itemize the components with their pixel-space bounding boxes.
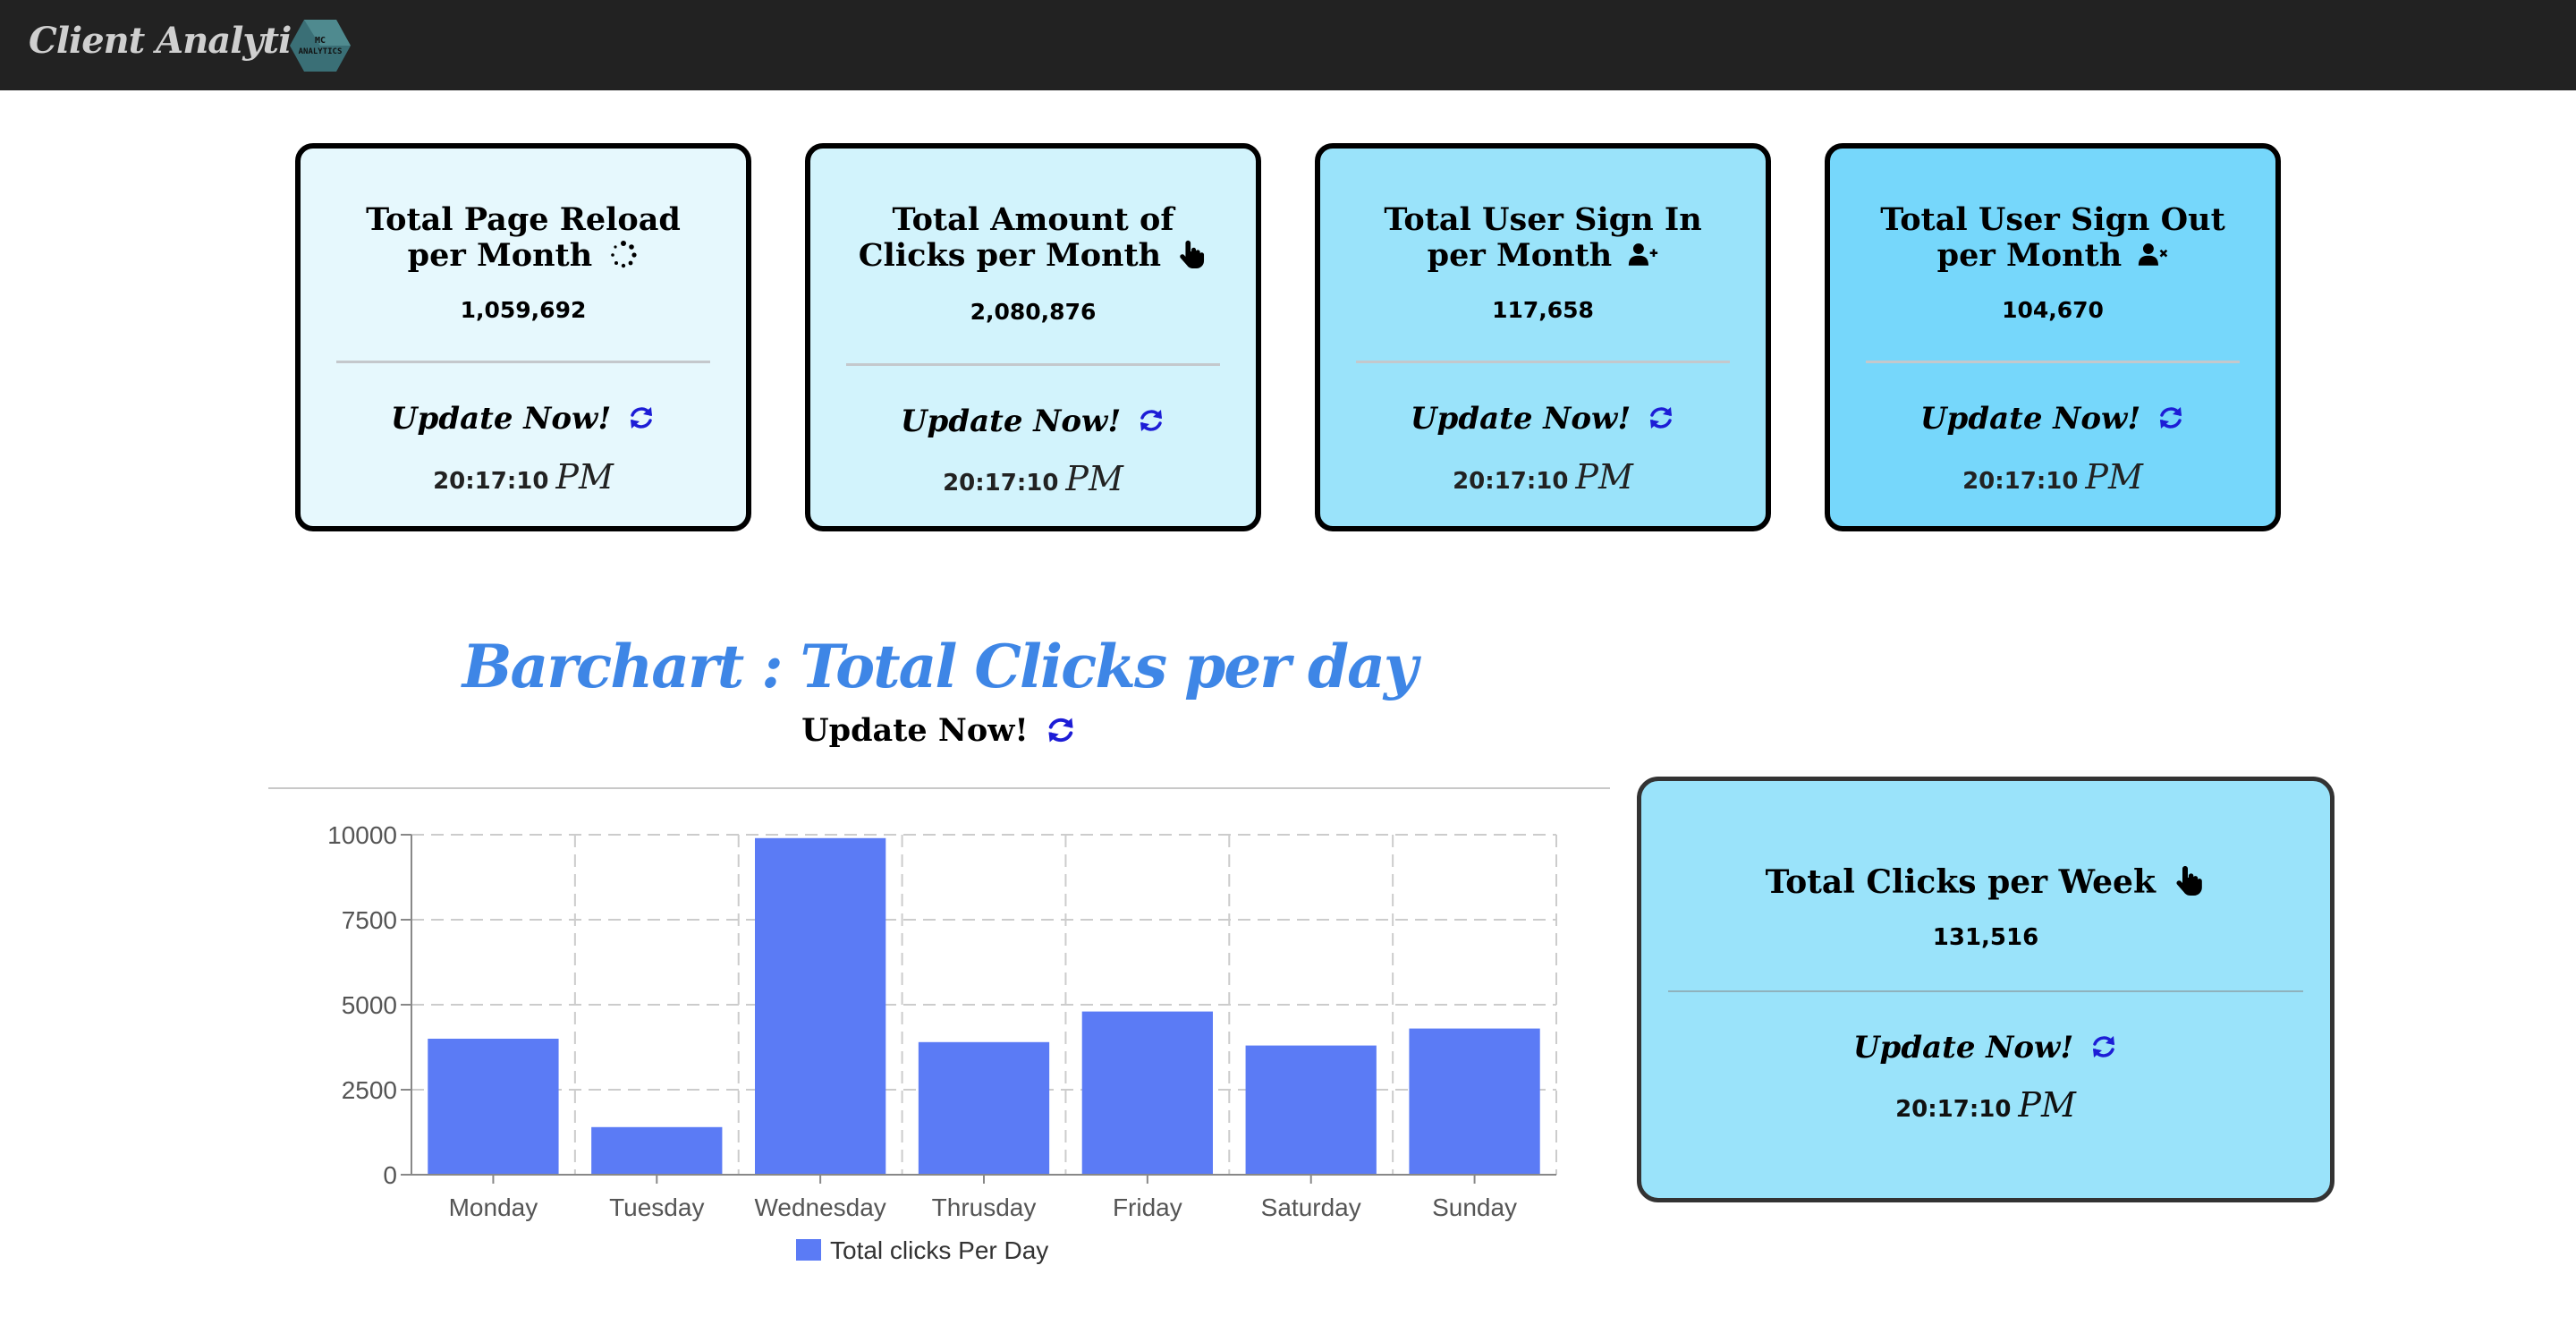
card-title-text: Total Amount of Clicks per Month <box>858 201 1174 274</box>
card-value: 131,516 <box>1932 924 2039 951</box>
x-tick-label: Wednesday <box>754 1193 886 1221</box>
refresh-icon[interactable] <box>1045 714 1077 746</box>
update-timestamp: 20:17:10 PM <box>1641 1085 2330 1125</box>
update-now-button[interactable]: Update Now! <box>1641 1030 2330 1066</box>
spinner-icon <box>608 239 639 269</box>
x-tick-label: Thrusday <box>932 1193 1037 1221</box>
card-title: Total Page Reload per Month <box>336 202 710 274</box>
bar-wednesday[interactable] <box>755 837 886 1175</box>
top-navbar: Client Analytics MC ANALYTICS <box>0 0 2576 90</box>
ampm-label: PM <box>2018 1085 2076 1125</box>
update-now-button[interactable]: Update Now! <box>1320 401 1766 437</box>
y-tick-label: 0 <box>383 1161 397 1189</box>
time-value: 20:17:10 <box>1453 468 1569 495</box>
refresh-icon[interactable] <box>1137 406 1165 435</box>
update-timestamp: 20:17:10 PM <box>1320 457 1766 497</box>
logo-icon[interactable]: MC ANALYTICS <box>288 18 352 73</box>
stat-card-clicks: Total Amount of Clicks per Month 2,080,8… <box>805 143 1261 531</box>
ampm-label: PM <box>1575 457 1633 497</box>
stat-card-sign-in: Total User Sign In per Month 117,658 Upd… <box>1315 143 1771 531</box>
bar-saturday[interactable] <box>1245 1045 1377 1175</box>
update-now-button[interactable]: Update Now! <box>810 403 1256 439</box>
brand-title[interactable]: Client Analytics <box>29 20 332 62</box>
x-tick-label: Saturday <box>1261 1193 1361 1221</box>
divider <box>846 363 1220 366</box>
card-title: Total Amount of Clicks per Month <box>846 202 1220 274</box>
stat-card-page-reload: Total Page Reload per Month 1,059,692 Up… <box>295 143 751 531</box>
user-plus-icon <box>1628 239 1658 269</box>
card-value: 117,658 <box>1492 297 1594 323</box>
time-value: 20:17:10 <box>433 468 549 495</box>
refresh-icon[interactable] <box>627 403 656 432</box>
card-title: Total User Sign Out per Month <box>1866 202 2240 274</box>
update-now-label: Update Now! <box>1919 401 2141 437</box>
y-tick-label: 2500 <box>342 1076 397 1104</box>
y-tick-label: 5000 <box>342 991 397 1019</box>
legend-label[interactable]: Total clicks Per Day <box>830 1236 1048 1264</box>
refresh-icon[interactable] <box>2157 403 2185 432</box>
card-value: 1,059,692 <box>460 297 587 323</box>
card-value: 104,670 <box>2002 297 2104 323</box>
ampm-label: PM <box>2085 457 2143 497</box>
svg-text:ANALYTICS: ANALYTICS <box>299 47 343 56</box>
update-timestamp: 20:17:10 PM <box>1830 457 2275 497</box>
bar-chart: 0 2500 5000 7500 10000 Monday Tuesday Wednesday… <box>304 810 1574 1275</box>
card-title: Total Clicks per Week <box>1641 863 2330 901</box>
x-tick-label: Friday <box>1113 1193 1182 1221</box>
card-title-text: Total Clicks per Week <box>1765 863 2156 901</box>
refresh-icon[interactable] <box>2089 1032 2118 1061</box>
bar-monday[interactable] <box>428 1039 559 1175</box>
card-title-text: Total User Sign Out per Month <box>1880 201 2225 274</box>
ampm-label: PM <box>555 457 614 497</box>
bar-sunday[interactable] <box>1409 1028 1540 1175</box>
x-tick-label: Monday <box>449 1193 538 1221</box>
legend-swatch[interactable] <box>796 1239 821 1261</box>
divider <box>1356 361 1730 363</box>
refresh-icon[interactable] <box>1647 403 1675 432</box>
divider <box>1668 990 2303 992</box>
barchart-heading: Barchart : Total Clicks per day <box>462 632 1419 701</box>
divider <box>268 787 1610 789</box>
bar-tuesday[interactable] <box>591 1126 723 1175</box>
weekly-clicks-card: Total Clicks per Week 131,516 Update Now… <box>1637 777 2334 1202</box>
x-tick-label: Sunday <box>1432 1193 1517 1221</box>
time-value: 20:17:10 <box>1895 1096 2012 1123</box>
card-title: Total User Sign In per Month <box>1356 202 1730 274</box>
card-value: 2,080,876 <box>970 299 1097 325</box>
svg-text:MC: MC <box>315 36 326 46</box>
y-tick-label: 10000 <box>327 821 397 849</box>
user-xmark-icon <box>2138 239 2168 269</box>
divider <box>1866 361 2240 363</box>
pointer-hand-icon <box>2174 864 2206 896</box>
update-now-label: Update Now! <box>801 712 1029 749</box>
update-now-button[interactable]: Update Now! <box>301 401 746 437</box>
bar-thrusday[interactable] <box>918 1041 1050 1175</box>
update-timestamp: 20:17:10 PM <box>301 457 746 497</box>
update-now-button[interactable]: Update Now! <box>1830 401 2275 437</box>
ampm-label: PM <box>1065 459 1123 498</box>
x-tick-label: Tuesday <box>609 1193 704 1221</box>
bar-friday[interactable] <box>1081 1011 1213 1175</box>
time-value: 20:17:10 <box>1962 468 2079 495</box>
time-value: 20:17:10 <box>943 470 1059 497</box>
update-now-label: Update Now! <box>1852 1030 2074 1066</box>
stat-card-sign-out: Total User Sign Out per Month 104,670 Up… <box>1825 143 2281 531</box>
chart-update-now-button[interactable]: Update Now! <box>268 712 1610 749</box>
bar-chart-svg: 0 2500 5000 7500 10000 Monday Tuesday Wednesday… <box>327 821 1557 1264</box>
update-timestamp: 20:17:10 PM <box>810 459 1256 498</box>
update-now-label: Update Now! <box>390 401 612 437</box>
y-tick-label: 7500 <box>342 906 397 934</box>
pointer-hand-icon <box>1177 239 1208 269</box>
update-now-label: Update Now! <box>1410 401 1631 437</box>
update-now-label: Update Now! <box>900 403 1122 439</box>
divider <box>336 361 710 363</box>
